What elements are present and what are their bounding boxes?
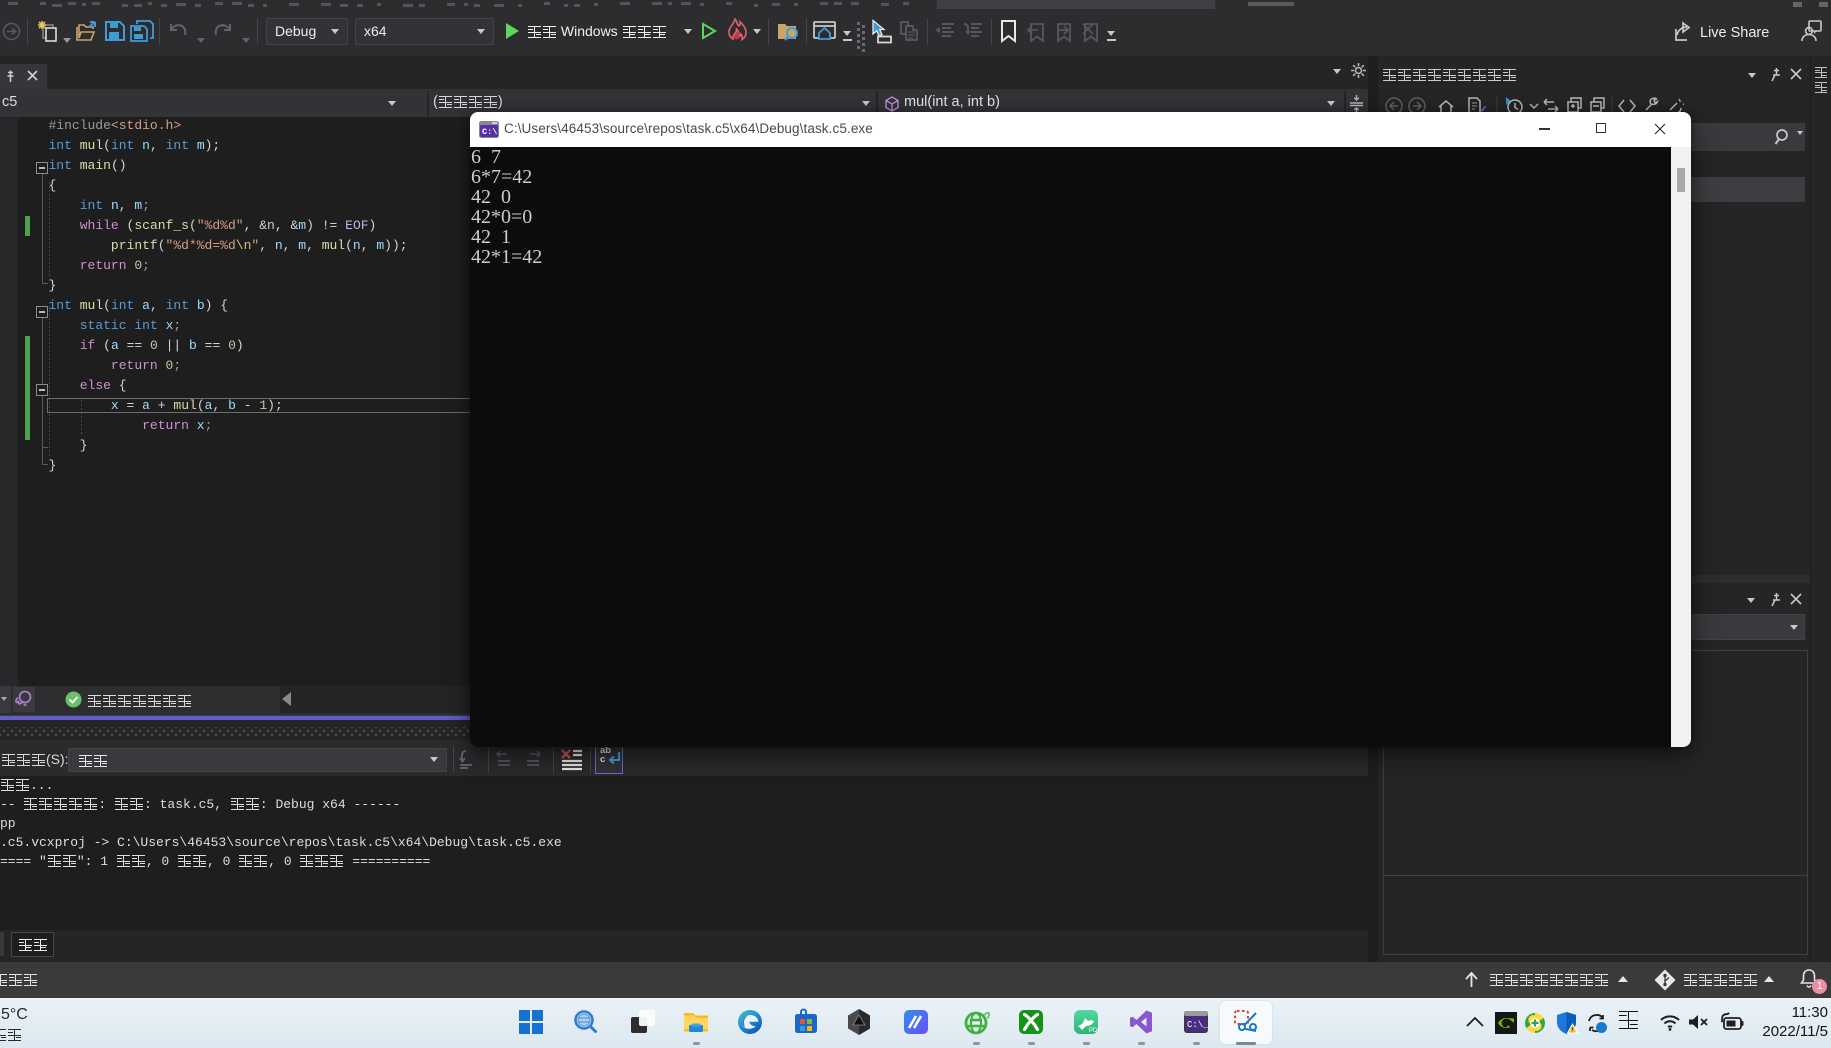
svg-text:PDF: PDF xyxy=(1089,1028,1100,1034)
svg-text:C:\: C:\ xyxy=(482,127,497,137)
svg-text:C:\_: C:\_ xyxy=(1187,1020,1209,1030)
